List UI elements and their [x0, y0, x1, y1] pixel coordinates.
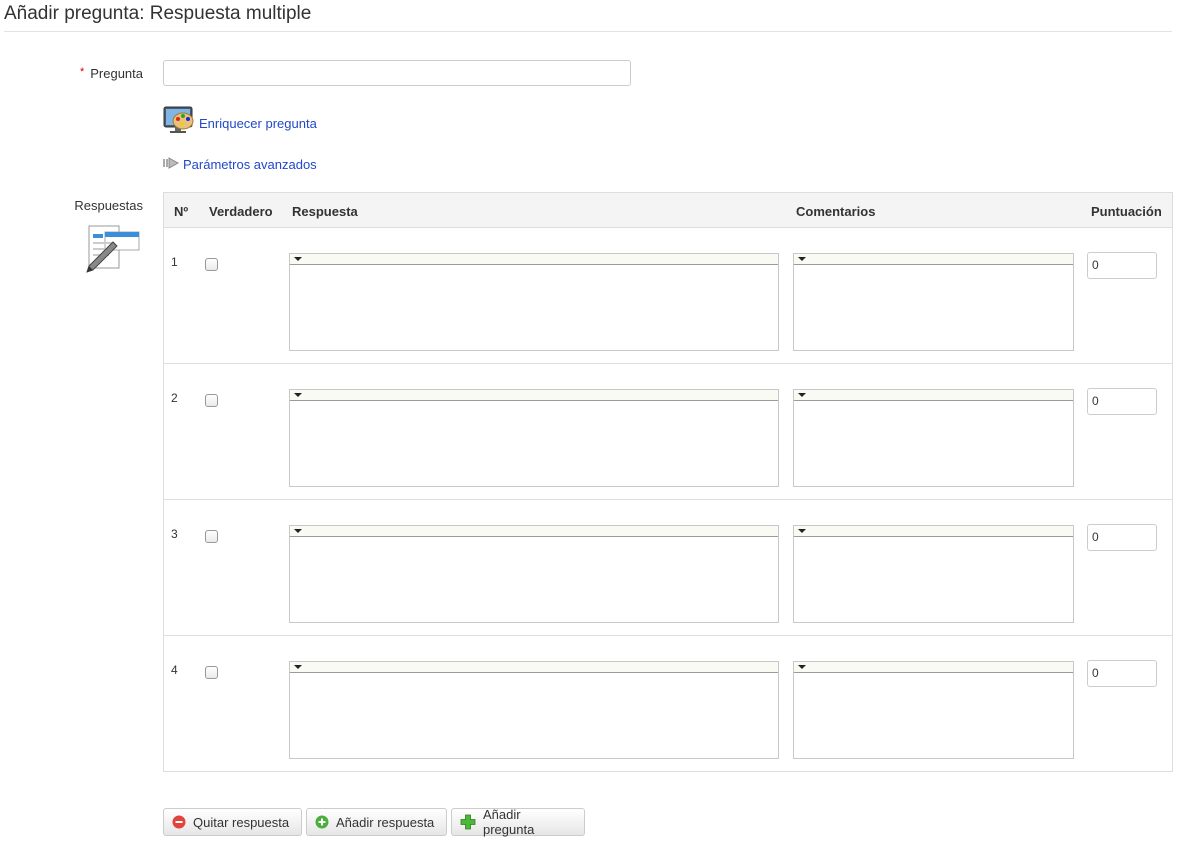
- add-question-button[interactable]: Añadir pregunta: [451, 807, 585, 837]
- comment-editor[interactable]: [793, 389, 1074, 487]
- answer-number: 4: [171, 663, 178, 677]
- answer-editor[interactable]: [289, 661, 779, 759]
- toolbar-expand-icon[interactable]: [798, 257, 806, 261]
- answer-editor[interactable]: [289, 389, 779, 487]
- answer-number: 1: [171, 255, 178, 269]
- correct-checkbox[interactable]: [205, 666, 218, 679]
- answer-row: 1 0: [164, 228, 1172, 364]
- minus-circle-icon[interactable]: [172, 815, 186, 829]
- plus-icon[interactable]: [460, 814, 476, 830]
- editor-toolbar[interactable]: [794, 254, 1073, 265]
- plus-circle-icon[interactable]: [315, 815, 329, 829]
- answer-number: 3: [171, 527, 178, 541]
- comment-editor[interactable]: [793, 525, 1074, 623]
- add-answer-label[interactable]: Añadir respuesta: [336, 815, 434, 830]
- answer-row: 3 0: [164, 500, 1172, 636]
- answers-table: Nº Verdadero Respuesta Comentarios Puntu…: [163, 192, 1173, 772]
- editor-toolbar[interactable]: [290, 390, 778, 401]
- answer-editor[interactable]: [289, 525, 779, 623]
- palette-monitor-icon[interactable]: [163, 106, 195, 137]
- correct-checkbox[interactable]: [205, 394, 218, 407]
- add-question-label[interactable]: Añadir pregunta: [483, 807, 575, 837]
- comment-editor[interactable]: [793, 661, 1074, 759]
- score-input[interactable]: 0: [1087, 524, 1157, 551]
- score-input[interactable]: 0: [1087, 660, 1157, 687]
- title-divider: [4, 31, 1172, 32]
- editor-toolbar[interactable]: [794, 526, 1073, 537]
- score-input[interactable]: 0: [1087, 388, 1157, 415]
- answer-row: 2 0: [164, 364, 1172, 500]
- col-header-comments: Comentarios: [796, 204, 876, 219]
- editor-toolbar[interactable]: [794, 662, 1073, 673]
- correct-checkbox[interactable]: [205, 530, 218, 543]
- toolbar-expand-icon[interactable]: [798, 393, 806, 397]
- add-answer-button[interactable]: Añadir respuesta: [306, 808, 447, 836]
- page-title: Añadir pregunta: Respuesta multiple: [4, 3, 312, 24]
- answers-label: Respuestas: [74, 198, 143, 213]
- toolbar-expand-icon[interactable]: [294, 257, 302, 261]
- toolbar-expand-icon[interactable]: [798, 529, 806, 533]
- correct-checkbox[interactable]: [205, 258, 218, 271]
- comment-editor[interactable]: [793, 253, 1074, 351]
- editor-toolbar[interactable]: [290, 526, 778, 537]
- arrow-right-icon[interactable]: [163, 156, 180, 173]
- advanced-params[interactable]: Parámetros avanzados: [163, 156, 317, 173]
- col-header-number: Nº: [174, 204, 189, 219]
- remove-answer-label[interactable]: Quitar respuesta: [193, 815, 289, 830]
- answers-pen-icon: [83, 222, 141, 277]
- toolbar-expand-icon[interactable]: [294, 665, 302, 669]
- col-header-correct: Verdadero: [209, 204, 273, 219]
- question-input[interactable]: [163, 60, 631, 86]
- enrich-question[interactable]: Enriquecer pregunta: [163, 106, 317, 137]
- answer-row: 4 0: [164, 636, 1172, 772]
- required-star: *: [79, 66, 85, 78]
- remove-answer-button[interactable]: Quitar respuesta: [163, 808, 302, 836]
- enrich-question-link[interactable]: Enriquecer pregunta: [199, 116, 317, 131]
- answers-table-header: Nº Verdadero Respuesta Comentarios Puntu…: [164, 193, 1172, 228]
- col-header-answer: Respuesta: [292, 204, 358, 219]
- col-header-score: Puntuación: [1091, 204, 1162, 219]
- question-label-text: Pregunta: [90, 66, 143, 81]
- toolbar-expand-icon[interactable]: [294, 393, 302, 397]
- question-label: * Pregunta: [60, 66, 143, 81]
- score-input[interactable]: 0: [1087, 252, 1157, 279]
- answer-number: 2: [171, 391, 178, 405]
- answer-editor[interactable]: [289, 253, 779, 351]
- editor-toolbar[interactable]: [794, 390, 1073, 401]
- toolbar-expand-icon[interactable]: [798, 665, 806, 669]
- editor-toolbar[interactable]: [290, 662, 778, 673]
- advanced-params-link[interactable]: Parámetros avanzados: [183, 157, 317, 172]
- editor-toolbar[interactable]: [290, 254, 778, 265]
- toolbar-expand-icon[interactable]: [294, 529, 302, 533]
